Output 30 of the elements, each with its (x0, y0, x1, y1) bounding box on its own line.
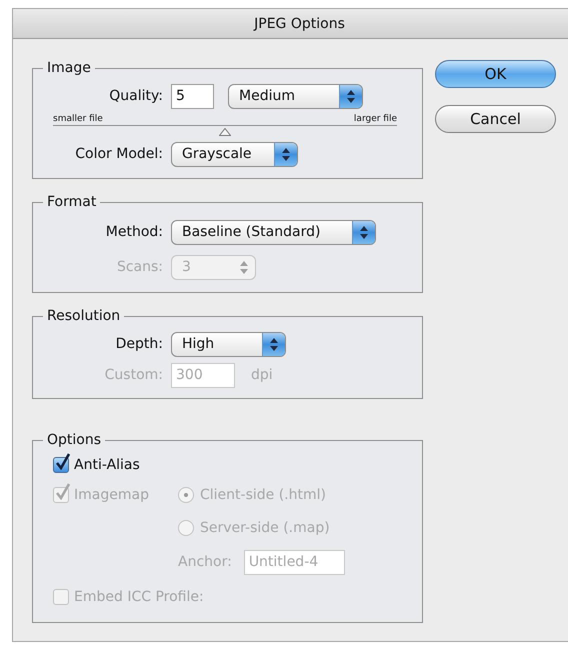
quality-slider[interactable] (53, 125, 397, 138)
slider-min-label: smaller file (53, 114, 103, 124)
field-label: Depth: (114, 336, 164, 352)
field-label: Anchor: (178, 554, 232, 570)
window-title: JPEG Options (13, 9, 568, 39)
field-label: Color Model: (74, 146, 164, 162)
ok-button[interactable]: OK (435, 60, 556, 88)
input-field[interactable]: 5 (171, 84, 214, 108)
field-label: Scans: (116, 259, 164, 275)
field-label: Quality: (108, 88, 164, 104)
slider-thumb[interactable] (219, 128, 231, 136)
cancel-button[interactable]: Cancel (435, 105, 556, 133)
group-title: Resolution (46, 308, 122, 324)
group-title: Format (46, 194, 98, 210)
popup-menu[interactable]: Medium (228, 84, 363, 108)
stepper-icon (360, 226, 368, 238)
popup-menu[interactable]: Baseline (Standard) (171, 220, 376, 244)
stepper-icon (240, 260, 248, 274)
group-title: Image (46, 60, 92, 76)
popup-menu[interactable]: High (171, 332, 286, 356)
slider-max-label: larger file (354, 114, 397, 124)
field-label: Custom: (104, 367, 164, 383)
stepper-icon (270, 338, 278, 350)
group-title: Options (46, 432, 102, 448)
unit-label: dpi (251, 367, 273, 383)
stepper-icon (282, 148, 290, 160)
checkbox-label[interactable]: Anti-Alias (74, 457, 140, 473)
field-label: Method: (104, 224, 164, 240)
popup-menu[interactable]: Grayscale (171, 142, 298, 166)
stepper-icon (347, 90, 355, 102)
